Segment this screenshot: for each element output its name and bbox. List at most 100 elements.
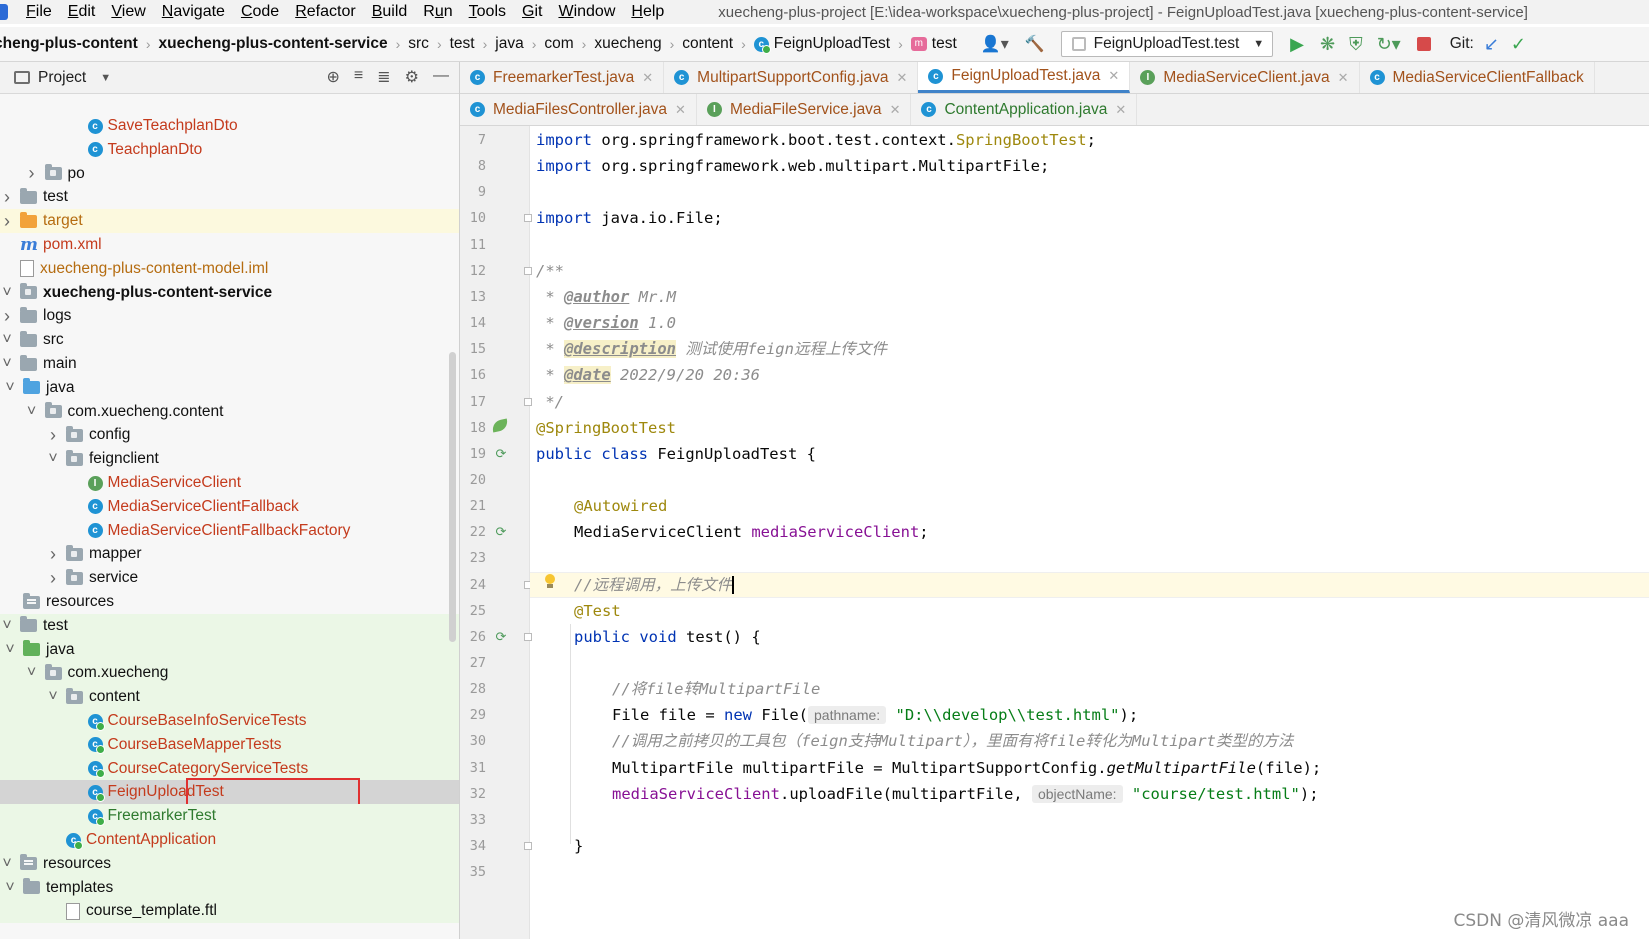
chevron-down-icon[interactable]: ˅ bbox=[0, 617, 14, 635]
code-line[interactable]: //调用之前拷贝的工具包（feign支持Multipart），里面有将file转… bbox=[612, 728, 1293, 754]
code-area[interactable]: import org.springframework.boot.test.con… bbox=[530, 126, 1649, 939]
tree-item[interactable]: ˅ templates bbox=[0, 875, 459, 900]
tree-item[interactable]: ›mpom.xml bbox=[0, 233, 459, 257]
editor-tab[interactable]: c MediaFilesController.java ✕ bbox=[460, 94, 697, 125]
code-line[interactable]: import org.springframework.boot.test.con… bbox=[536, 127, 1096, 153]
code-line[interactable]: mediaServiceClient.uploadFile(multipartF… bbox=[612, 781, 1319, 807]
breadcrumb-item[interactable]: src bbox=[408, 27, 429, 61]
chevron-down-icon[interactable]: ˅ bbox=[3, 379, 17, 397]
profile-icon[interactable]: ↻▾ bbox=[1377, 34, 1401, 55]
code-line[interactable]: @Autowired bbox=[574, 493, 667, 519]
tree-item[interactable]: ˅ src bbox=[0, 328, 459, 352]
chevron-right-icon[interactable]: › bbox=[25, 163, 39, 184]
breadcrumb-item[interactable]: com bbox=[544, 27, 573, 61]
code-line[interactable]: public void test() { bbox=[574, 624, 761, 650]
tree-item[interactable]: ˅ com.xuecheng bbox=[0, 661, 459, 686]
git-update-icon[interactable]: ↙ bbox=[1484, 34, 1499, 55]
chevron-right-icon[interactable]: › bbox=[0, 306, 14, 327]
editor-tab[interactable]: c ContentApplication.java ✕ bbox=[911, 94, 1138, 125]
tree-item[interactable]: › target bbox=[0, 209, 459, 234]
run-test-icon[interactable]: ⟳ bbox=[492, 629, 510, 645]
tree-item[interactable]: ˅ resources bbox=[0, 851, 459, 876]
code-line[interactable]: * @date 2022/9/20 20:36 bbox=[536, 362, 760, 388]
menu-refactor[interactable]: Refactor bbox=[295, 3, 355, 21]
chevron-down-icon[interactable]: ▼ bbox=[100, 72, 111, 84]
tree-item[interactable]: › config bbox=[0, 423, 459, 447]
chevron-down-icon[interactable]: ˅ bbox=[0, 284, 14, 302]
menu-code[interactable]: Code bbox=[241, 3, 279, 21]
code-line[interactable]: //将file转MultipartFile bbox=[612, 676, 820, 702]
tree-item[interactable]: ˅ content bbox=[0, 685, 459, 710]
editor-tab[interactable]: c MultipartSupportConfig.java ✕ bbox=[664, 62, 919, 93]
chevron-down-icon[interactable]: ˅ bbox=[3, 641, 17, 659]
spring-bean-icon[interactable] bbox=[491, 418, 510, 436]
code-line[interactable]: } bbox=[574, 833, 583, 859]
close-tab-icon[interactable]: ✕ bbox=[890, 102, 901, 118]
code-line[interactable]: MultipartFile multipartFile = MultipartS… bbox=[612, 755, 1321, 781]
breadcrumb-item[interactable]: m test bbox=[910, 27, 957, 61]
menu-help[interactable]: Help bbox=[631, 3, 664, 21]
close-tab-icon[interactable]: ✕ bbox=[896, 70, 907, 86]
coverage-icon[interactable]: ⛨ bbox=[1349, 34, 1363, 55]
chevron-right-icon[interactable]: › bbox=[46, 568, 60, 589]
project-tree-scrollbar[interactable] bbox=[449, 352, 456, 642]
tree-item[interactable]: ›cCourseCategoryServiceTests bbox=[0, 756, 459, 781]
tree-item[interactable]: ˅ main bbox=[0, 352, 459, 376]
code-line[interactable]: * @description 测试使用feign远程上传文件 bbox=[536, 336, 887, 362]
intention-bulb-icon[interactable] bbox=[544, 574, 556, 590]
close-tab-icon[interactable]: ✕ bbox=[675, 102, 686, 118]
code-line[interactable]: MediaServiceClient mediaServiceClient; bbox=[574, 519, 929, 545]
tree-item[interactable]: ›cSaveTeachplanDto bbox=[0, 114, 459, 138]
autowired-bean-icon[interactable]: ⟳ bbox=[492, 524, 510, 540]
chevron-right-icon[interactable]: › bbox=[0, 211, 14, 232]
editor-tab[interactable]: I MediaFileService.java ✕ bbox=[697, 94, 912, 125]
chevron-right-icon[interactable]: › bbox=[46, 544, 60, 565]
close-tab-icon[interactable]: ✕ bbox=[1108, 68, 1119, 84]
tree-item[interactable]: ›xuecheng-plus-content-model.iml bbox=[0, 257, 459, 281]
menu-git[interactable]: Git bbox=[522, 3, 542, 21]
run-test-icon[interactable]: ⟳ bbox=[492, 446, 510, 462]
tree-item[interactable]: › po bbox=[0, 162, 459, 186]
code-line[interactable]: File file = new File(pathname: "D:\\deve… bbox=[612, 702, 1138, 728]
chevron-down-icon[interactable]: ˅ bbox=[46, 450, 60, 468]
breadcrumb-item[interactable]: content bbox=[682, 27, 733, 61]
menu-file[interactable]: File bbox=[26, 3, 52, 21]
menu-view[interactable]: View bbox=[111, 3, 145, 21]
tree-item[interactable]: › service bbox=[0, 566, 459, 590]
code-line[interactable]: /** bbox=[536, 258, 564, 284]
close-tab-icon[interactable]: ✕ bbox=[1115, 102, 1126, 118]
tree-item[interactable]: ›resources bbox=[0, 590, 459, 614]
code-line[interactable]: import org.springframework.web.multipart… bbox=[536, 153, 1049, 179]
tree-item[interactable]: ›cCourseBaseInfoServiceTests bbox=[0, 709, 459, 733]
code-line[interactable]: @Test bbox=[574, 598, 621, 624]
tree-item[interactable]: ˅ java bbox=[0, 376, 459, 400]
editor-tab[interactable]: c FeignUploadTest.java ✕ bbox=[918, 62, 1131, 93]
chevron-right-icon[interactable]: › bbox=[0, 187, 14, 208]
tree-item[interactable]: ˅ xuecheng-plus-content-service bbox=[0, 281, 459, 305]
debug-icon[interactable]: ❋ bbox=[1320, 34, 1335, 55]
breadcrumb-item[interactable]: xuecheng bbox=[594, 27, 661, 61]
tree-item[interactable]: ›cContentApplication bbox=[0, 828, 459, 852]
tree-item[interactable]: ›cFreemarkerTest bbox=[0, 804, 459, 829]
breadcrumb-item[interactable]: c FeignUploadTest bbox=[753, 27, 890, 61]
tree-item[interactable]: ›course_template.ftl bbox=[0, 899, 459, 924]
tree-item[interactable]: ›cFeignUploadTest bbox=[0, 780, 459, 805]
tree-item[interactable]: ›cMediaServiceClientFallback bbox=[0, 495, 459, 519]
tree-item[interactable]: ˅ java bbox=[0, 637, 459, 662]
hide-panel-icon[interactable]: — bbox=[433, 67, 449, 87]
code-line[interactable]: public class FeignUploadTest { bbox=[536, 441, 816, 467]
menu-navigate[interactable]: Navigate bbox=[162, 3, 225, 21]
collapse-all-icon[interactable]: ≣ bbox=[377, 67, 390, 87]
user-icon[interactable]: 👤▾ bbox=[981, 34, 1009, 54]
menu-build[interactable]: Build bbox=[372, 3, 408, 21]
stop-icon[interactable] bbox=[1416, 37, 1431, 51]
code-editor[interactable]: 7 8 9 10 11 12 13 14 15 16 17 18 19 20 21 22 23 24 25 26 27 2… bbox=[460, 126, 1649, 939]
chevron-down-icon[interactable]: ˅ bbox=[3, 879, 17, 897]
chevron-down-icon[interactable]: ˅ bbox=[0, 355, 14, 373]
tree-item[interactable]: ˅ test bbox=[0, 613, 459, 638]
chevron-right-icon[interactable]: › bbox=[46, 425, 60, 446]
settings-gear-icon[interactable]: ⚙ bbox=[405, 67, 419, 87]
chevron-down-icon[interactable]: ˅ bbox=[46, 688, 60, 706]
tree-item[interactable]: ˅ com.xuecheng.content bbox=[0, 400, 459, 424]
tree-item[interactable]: ˅ feignclient bbox=[0, 447, 459, 471]
